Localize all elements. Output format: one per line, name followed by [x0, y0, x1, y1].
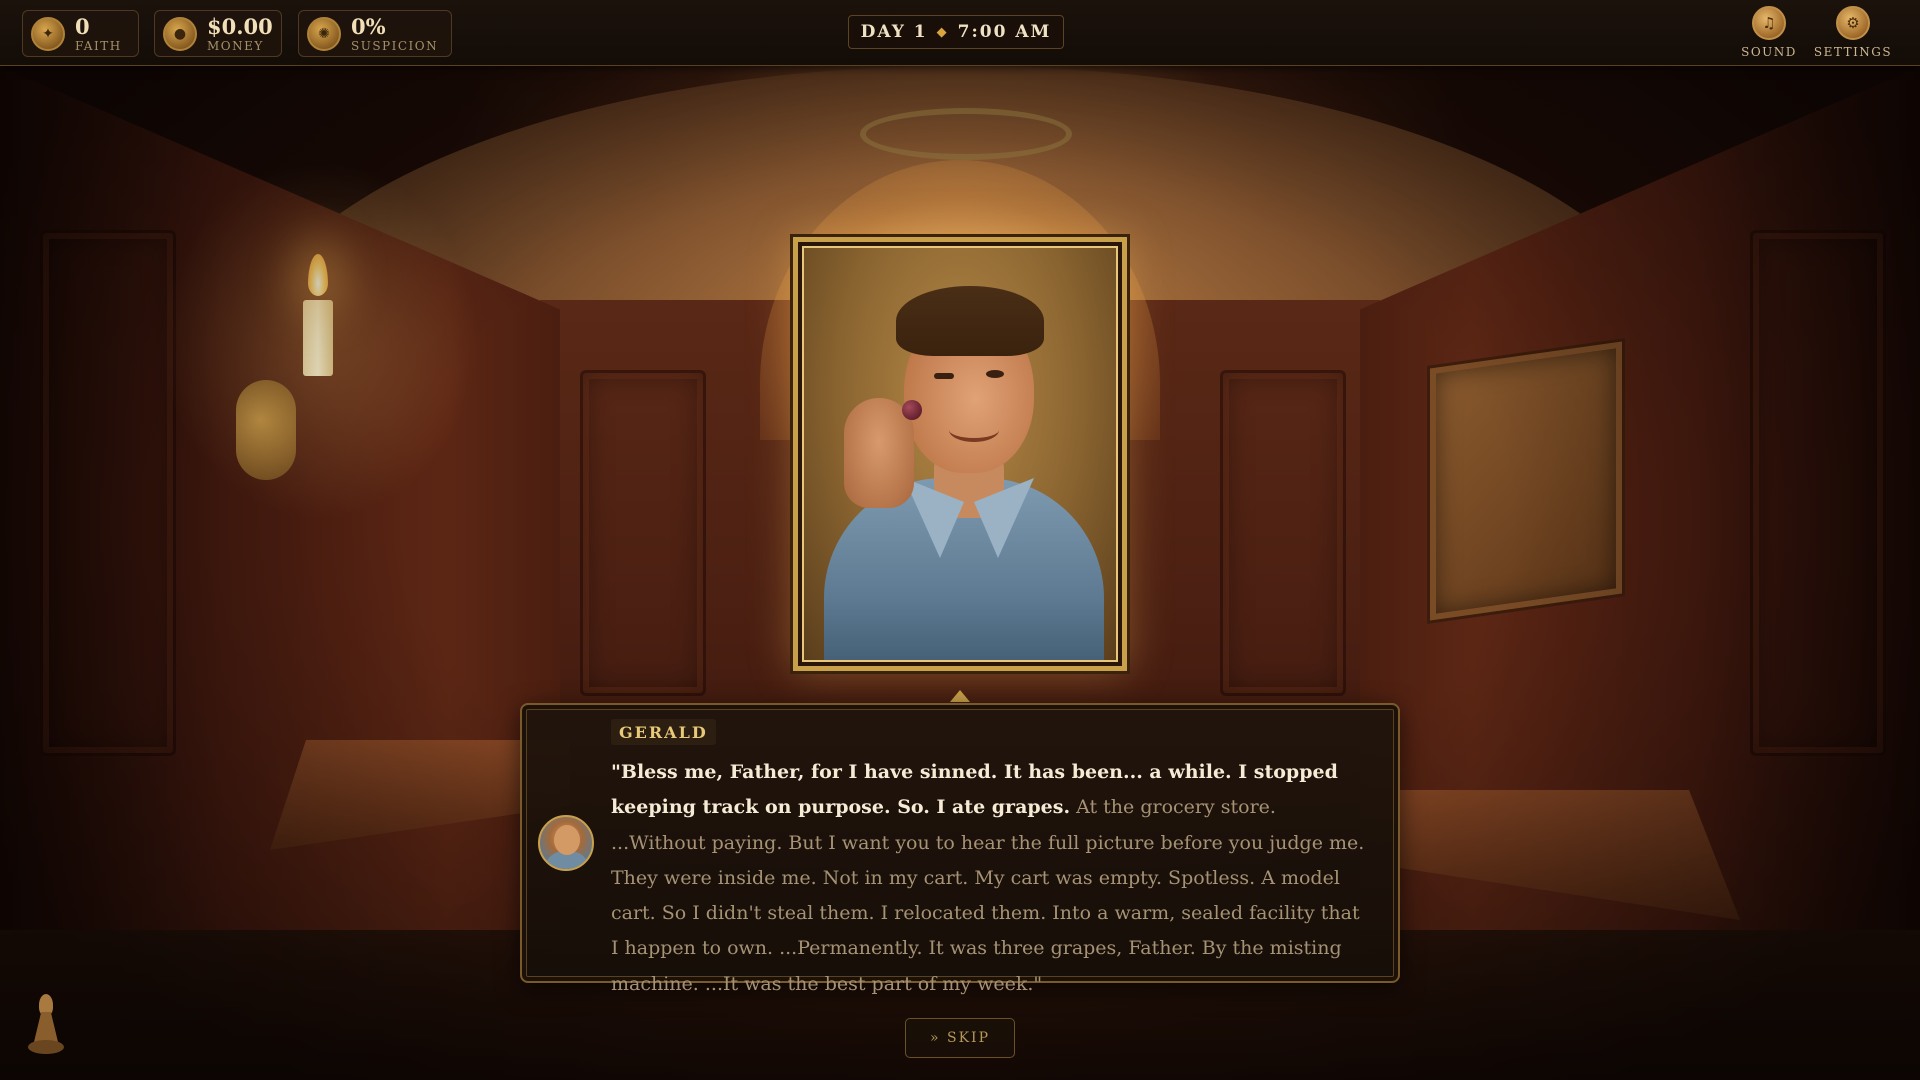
- figurine-body: [34, 1012, 58, 1042]
- candle-sconce: [236, 380, 296, 480]
- suspicion-label: Suspicion: [351, 38, 439, 53]
- portrait-image: [802, 246, 1118, 662]
- portrait-eye: [986, 370, 1004, 378]
- dialogue-text: "Bless me, Father, for I have sinned. It…: [611, 755, 1371, 1002]
- dialogue-box[interactable]: GERALD "Bless me, Father, for I have sin…: [520, 703, 1400, 995]
- wall-panel: [1220, 370, 1346, 696]
- avatar-face: [554, 825, 580, 855]
- figurine-base: [28, 1040, 64, 1054]
- money-coin-icon: ●: [163, 16, 197, 51]
- suspicion-coin-icon: ✺: [307, 16, 341, 51]
- speaker-name: GERALD: [611, 719, 716, 745]
- top-hud-bar: ✦ 0 Faith ● $0.00 Money ✺ 0% Suspicion D…: [0, 0, 1920, 66]
- faith-coin-icon: ✦: [31, 16, 65, 51]
- money-value: $0.00: [207, 13, 273, 39]
- candle: [303, 300, 333, 376]
- day-time-indicator: DAY 1 ◆ 7:00 AM: [848, 15, 1064, 49]
- dialogue-continuation-text: At the grocery store. ...Without paying.…: [611, 796, 1365, 995]
- gear-icon: ⚙: [1836, 6, 1870, 40]
- suspicion-value: 0%: [351, 13, 386, 39]
- day-label: DAY 1: [860, 22, 928, 42]
- wall-panel: [1750, 230, 1886, 756]
- wall-board: [1430, 341, 1622, 621]
- wall-panel: [580, 370, 706, 696]
- speaker-avatar: [538, 815, 594, 871]
- money-stat: ● $0.00 Money: [154, 10, 282, 57]
- faith-value: 0: [75, 13, 90, 39]
- chandelier: [860, 108, 1072, 160]
- diamond-separator-icon: ◆: [936, 24, 949, 40]
- skip-button[interactable]: » SKIP: [905, 1018, 1015, 1058]
- sound-icon: ♫: [1752, 6, 1786, 40]
- portrait-smile: [949, 418, 999, 442]
- wall-panel: [40, 230, 176, 756]
- time-label: 7:00 AM: [957, 22, 1052, 42]
- portrait-hair: [896, 286, 1044, 356]
- suspicion-stat: ✺ 0% Suspicion: [298, 10, 452, 57]
- settings-label: Settings: [1813, 45, 1893, 59]
- settings-button[interactable]: ⚙ Settings: [1813, 6, 1893, 62]
- faith-stat: ✦ 0 Faith: [22, 10, 139, 57]
- character-portrait: [793, 237, 1127, 671]
- portrait-eye: [934, 373, 954, 379]
- money-label: Money: [207, 38, 264, 53]
- sound-label: Sound: [1741, 45, 1797, 59]
- sound-button[interactable]: ♫ Sound: [1729, 6, 1809, 62]
- figurine-icon[interactable]: [26, 994, 66, 1056]
- grape-icon: [902, 400, 922, 420]
- faith-label: Faith: [75, 38, 122, 53]
